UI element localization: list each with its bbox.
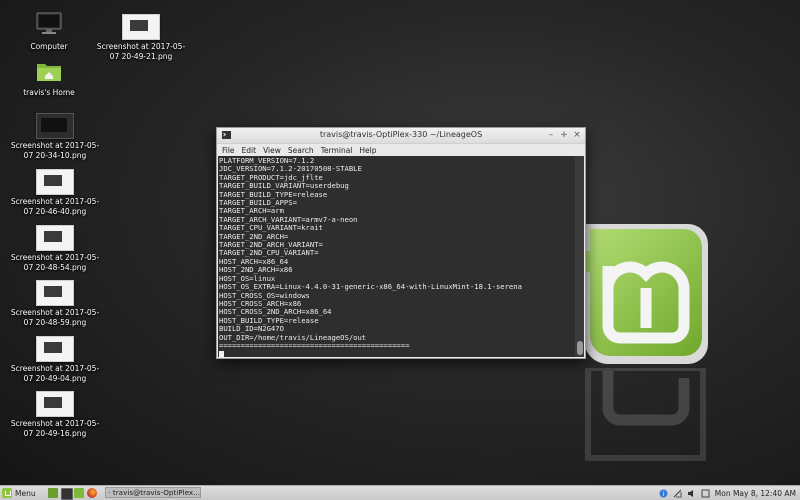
clock[interactable]: Mon May 8, 12:40 AM <box>715 489 796 498</box>
menu-terminal[interactable]: Terminal <box>321 146 353 155</box>
taskbar-item-terminal[interactable]: travis@travis-OptiPlex... <box>105 487 201 498</box>
terminal-area[interactable]: PLATFORM_VERSION=7.1.2 JDC_VERSION=7.1.2… <box>218 156 584 357</box>
desktop-icon-screenshot[interactable]: Screenshot at 2017-05-07 20-49-21.png <box>96 14 186 62</box>
desktop-icon-label: travis's Home <box>23 88 75 97</box>
mint-menu-icon <box>2 488 12 498</box>
terminal-scrollbar[interactable] <box>575 156 584 357</box>
taskbar-item-label: travis@travis-OptiPlex... <box>112 488 200 497</box>
menu-button[interactable]: Menu <box>2 487 36 499</box>
scrollbar-thumb[interactable] <box>577 341 583 355</box>
notification-icon[interactable] <box>701 489 710 498</box>
menu-file[interactable]: File <box>222 146 235 155</box>
desktop-icon-screenshot[interactable]: Screenshot at 2017-05-07 20-34-10.png <box>10 113 100 161</box>
terminal-icon <box>109 492 110 493</box>
menu-edit[interactable]: Edit <box>242 146 257 155</box>
terminal-window[interactable]: travis@travis-OptiPlex-330 ~/LineageOS –… <box>216 127 586 359</box>
desktop-icon-label: Screenshot at 2017-05-07 20-34-10.png <box>10 141 100 160</box>
image-file-icon <box>36 280 74 306</box>
terminal-launcher-icon[interactable] <box>61 488 73 500</box>
desktop-icon-label: Screenshot at 2017-05-07 20-49-21.png <box>96 42 186 61</box>
computer-icon <box>36 12 62 34</box>
home-folder-icon <box>37 64 61 81</box>
taskbar-panel: Menu travis@travis-OptiPlex... i Mon May… <box>0 485 800 500</box>
terminal-output-text: PLATFORM_VERSION=7.1.2 JDC_VERSION=7.1.2… <box>219 156 522 350</box>
desktop-icon-label: Screenshot at 2017-05-07 20-48-59.png <box>10 308 100 327</box>
image-file-icon <box>36 225 74 251</box>
menu-search[interactable]: Search <box>288 146 314 155</box>
desktop-icon-label: Computer <box>30 42 68 51</box>
desktop-icon-label: Screenshot at 2017-05-07 20-49-04.png <box>10 364 100 383</box>
desktop-icon-label: Screenshot at 2017-05-07 20-46-40.png <box>10 197 100 216</box>
desktop-icon-computer[interactable]: Computer <box>4 12 94 52</box>
desktop-icon-home[interactable]: travis's Home <box>4 60 94 98</box>
desktop-icon-screenshot[interactable]: Screenshot at 2017-05-07 20-46-40.png <box>10 169 100 217</box>
image-file-icon <box>122 14 160 40</box>
desktop-icon-screenshot[interactable]: Screenshot at 2017-05-07 20-49-04.png <box>10 336 100 384</box>
system-tray: i Mon May 8, 12:40 AM <box>659 487 796 499</box>
close-button[interactable]: × <box>571 129 583 141</box>
volume-icon[interactable] <box>687 489 696 498</box>
text-cursor <box>219 350 224 357</box>
network-icon[interactable] <box>673 489 682 498</box>
maximize-button[interactable]: + <box>558 129 570 141</box>
menu-help[interactable]: Help <box>359 146 376 155</box>
desktop-icon-screenshot[interactable]: Screenshot at 2017-05-07 20-48-59.png <box>10 280 100 328</box>
desktop-icon-screenshot[interactable]: Screenshot at 2017-05-07 20-49-16.png <box>10 391 100 439</box>
image-file-icon <box>36 391 74 417</box>
update-shield-icon[interactable]: i <box>659 489 668 498</box>
desktop-icon-screenshot[interactable]: Screenshot at 2017-05-07 20-48-54.png <box>10 225 100 273</box>
firefox-launcher-icon[interactable] <box>87 488 97 498</box>
show-desktop-icon[interactable] <box>48 488 58 498</box>
menu-button-label: Menu <box>15 488 36 498</box>
window-title: travis@travis-OptiPlex-330 ~/LineageOS <box>319 130 483 139</box>
terminal-menubar: File Edit View Search Terminal Help <box>217 144 585 156</box>
image-file-icon <box>36 169 74 195</box>
linux-mint-logo-reflection <box>585 368 706 461</box>
image-file-icon <box>36 336 74 362</box>
menu-view[interactable]: View <box>263 146 281 155</box>
image-file-icon <box>36 113 74 139</box>
desktop-icon-label: Screenshot at 2017-05-07 20-48-54.png <box>10 253 100 272</box>
minimize-button[interactable]: – <box>545 129 557 141</box>
files-launcher-icon[interactable] <box>74 488 84 498</box>
terminal-output: PLATFORM_VERSION=7.1.2 JDC_VERSION=7.1.2… <box>219 156 574 357</box>
desktop-icon-label: Screenshot at 2017-05-07 20-49-16.png <box>10 419 100 438</box>
window-titlebar[interactable]: travis@travis-OptiPlex-330 ~/LineageOS –… <box>217 128 585 144</box>
